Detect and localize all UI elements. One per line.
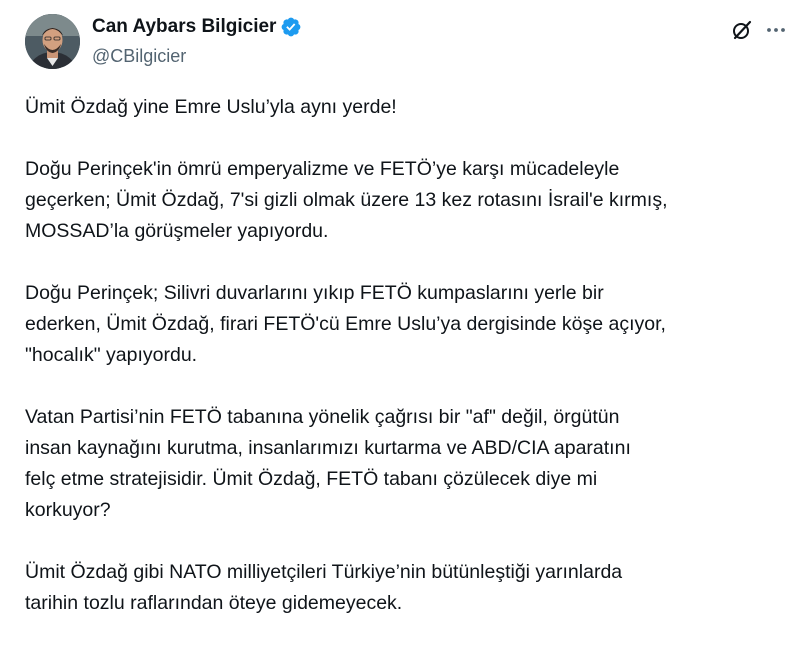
tweet-paragraph: Ümit Özdağ gibi NATO milliyetçileri Türk… <box>25 557 790 619</box>
tweet-paragraph: Ümit Özdağ yine Emre Uslu’yla aynı yerde… <box>25 92 790 123</box>
text-line: korkuyor? <box>25 499 111 521</box>
text-line: MOSSAD’la görüşmeler yapıyordu. <box>25 220 329 242</box>
text-line: Vatan Partisi’nin FETÖ tabanına yönelik … <box>25 406 620 428</box>
more-options-icon[interactable] <box>764 18 788 42</box>
tweet-paragraph: Doğu Perinçek; Silivri duvarlarını yıkıp… <box>25 278 790 371</box>
tweet-header: Can Aybars Bilgicier @CBilgicier <box>92 15 302 68</box>
text-line: ederken, Ümit Özdağ, firari FETÖ'cü Emre… <box>25 313 666 335</box>
text-line: Doğu Perinçek; Silivri duvarlarını yıkıp… <box>25 282 604 304</box>
avatar-image <box>25 14 80 69</box>
avatar[interactable] <box>25 14 80 69</box>
text-line: Ümit Özdağ yine Emre Uslu’yla aynı yerde… <box>25 96 397 118</box>
text-line: insan kaynağını kurutma, insanlarımızı k… <box>25 437 631 459</box>
verified-badge-icon[interactable] <box>280 16 302 38</box>
text-line: Ümit Özdağ gibi NATO milliyetçileri Türk… <box>25 561 623 583</box>
display-name[interactable]: Can Aybars Bilgicier <box>92 15 276 39</box>
text-line: geçerken; Ümit Özdağ, 7'si gizli olmak ü… <box>25 189 668 211</box>
tweet-paragraph: Doğu Perinçek'in ömrü emperyalizme ve FE… <box>25 154 790 247</box>
tweet-text: Ümit Özdağ yine Emre Uslu’yla aynı yerde… <box>25 92 790 650</box>
grok-icon[interactable] <box>730 18 754 42</box>
name-row: Can Aybars Bilgicier <box>92 15 302 39</box>
user-handle[interactable]: @CBilgicier <box>92 44 302 68</box>
tweet: Can Aybars Bilgicier @CBilgicier Ümit Öz… <box>0 0 797 648</box>
tweet-paragraph: Vatan Partisi’nin FETÖ tabanına yönelik … <box>25 402 790 526</box>
text-line: tarihin tozlu raflarından öteye gidemeye… <box>25 592 403 614</box>
text-line: "hocalık" yapıyordu. <box>25 344 198 366</box>
text-line: felç etme stratejisidir. Ümit Özdağ, FET… <box>25 468 598 490</box>
text-line: Doğu Perinçek'in ömrü emperyalizme ve FE… <box>25 158 620 180</box>
